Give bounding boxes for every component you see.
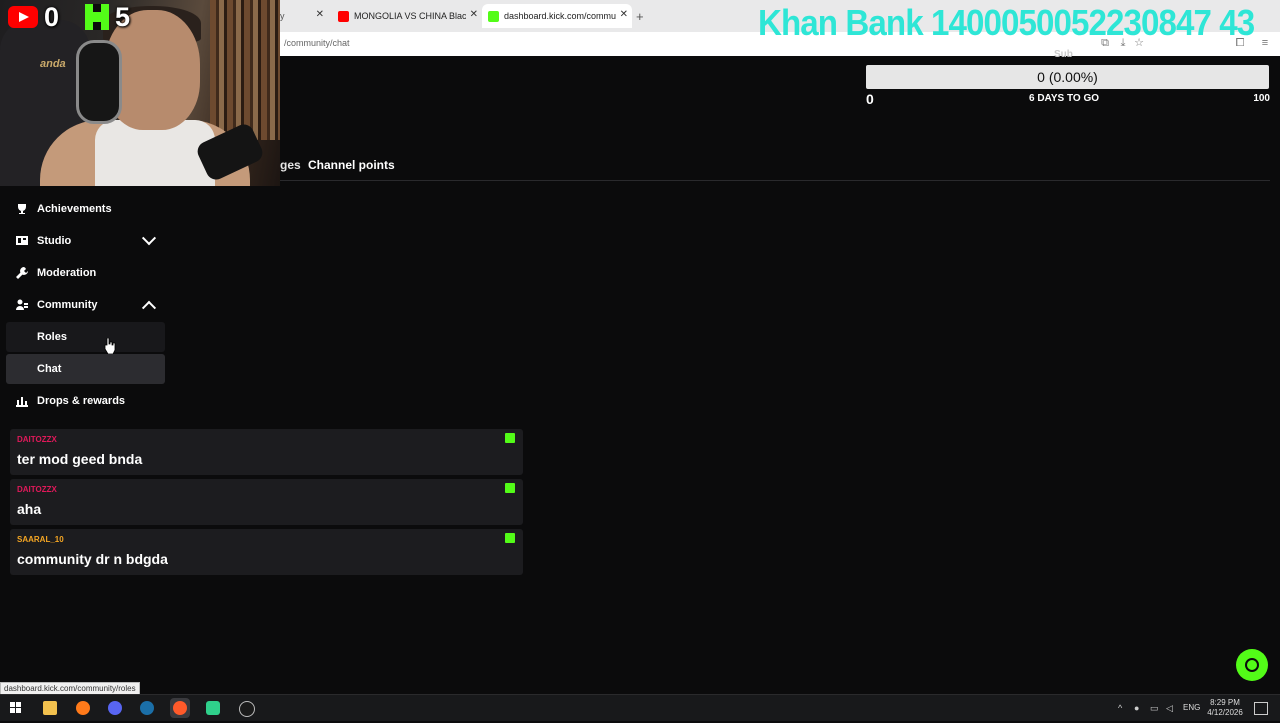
sidebar-item-label: Achievements — [37, 203, 112, 215]
new-tab-button[interactable]: + — [636, 4, 650, 28]
clock-time[interactable]: 8:29 PM — [1198, 698, 1252, 707]
chat-text: ter mod geed bnda — [17, 451, 143, 467]
sidebar-item-drops-rewards[interactable]: Drops & rewards — [6, 386, 166, 416]
firefox-icon[interactable] — [73, 698, 93, 718]
microphone-icon[interactable]: ● — [1134, 703, 1144, 713]
youtube-logo-icon — [8, 6, 38, 28]
goal-max: 100 — [1253, 93, 1270, 104]
windows-start-icon[interactable] — [6, 698, 26, 718]
chat-message: DAITOZZX ter mod geed bnda — [10, 429, 523, 475]
trophy-icon — [16, 203, 28, 215]
close-tab-icon[interactable]: ✕ — [316, 9, 324, 20]
kick-logo-icon — [85, 4, 110, 30]
sidebar-item-label: Community — [37, 299, 98, 311]
youtube-viewer-count: 0 — [44, 1, 60, 32]
sidebar-item-label: Studio — [37, 235, 72, 247]
close-tab-icon[interactable]: ✕ — [470, 9, 478, 20]
rewards-icon — [16, 395, 28, 407]
viewer-count-overlay: 0 5 — [8, 2, 130, 32]
sidebar-item-achievements[interactable]: Achievements — [6, 194, 166, 224]
sidebar-item-label: Moderation — [37, 267, 97, 279]
menu-icon[interactable]: ≡ — [1258, 36, 1272, 50]
sidebar-item-moderation[interactable]: Moderation — [6, 258, 166, 288]
chevron-up-icon[interactable] — [141, 300, 157, 315]
chat-username: DAITOZZX — [17, 485, 57, 494]
address-url: /community/chat — [284, 38, 350, 48]
steam-icon[interactable] — [137, 698, 157, 718]
sidebar-item-community[interactable]: Community — [6, 290, 166, 320]
studio-icon — [16, 235, 28, 247]
bookshelf — [210, 0, 280, 140]
chat-text: community dr n bdgda — [17, 551, 168, 567]
tab-channel-points[interactable]: Channel points — [308, 158, 395, 172]
network-icon[interactable]: ▭ — [1150, 703, 1160, 713]
browser-tab-active[interactable]: dashboard.kick.com/communit ✕ — [482, 4, 632, 28]
volume-icon[interactable]: ◁ — [1166, 703, 1176, 713]
sidebar-subitem-chat[interactable]: Chat — [6, 354, 165, 384]
discord-icon[interactable] — [105, 698, 125, 718]
browser-tab-title: dashboard.kick.com/communit — [504, 11, 616, 21]
wrench-icon — [16, 267, 28, 279]
sidebar-item-studio[interactable]: Studio — [6, 226, 166, 256]
goal-progress-text: 0 (0.00%) — [1037, 69, 1098, 85]
sidebar-item-label: Drops & rewards — [37, 395, 126, 407]
kick-badge-icon — [505, 483, 515, 493]
kick-favicon-icon — [488, 10, 499, 22]
goal-progress-bar: 0 (0.00%) — [866, 65, 1269, 89]
kick-badge-icon — [505, 533, 515, 543]
support-button[interactable] — [1236, 649, 1268, 681]
tabs-divider — [280, 180, 1270, 181]
obs-helper-icon[interactable] — [203, 698, 223, 718]
taskbar: ^ ● ▭ ◁ ENG 8:29 PM 4/12/2026 — [0, 694, 1280, 721]
tab-messages[interactable]: ges — [280, 158, 301, 172]
browser-tab[interactable]: MONGOLIA VS CHINA Black co ✕ — [332, 4, 482, 28]
goal-label: Sub — [1054, 49, 1073, 60]
chat-text: aha — [17, 501, 42, 517]
community-icon — [16, 299, 28, 311]
close-tab-icon[interactable]: ✕ — [620, 9, 628, 20]
chevron-down-icon[interactable] — [141, 231, 157, 246]
youtube-favicon-icon — [338, 10, 349, 22]
clock-date[interactable]: 4/12/2026 — [1198, 708, 1252, 717]
tray-expand-icon[interactable]: ^ — [1118, 703, 1128, 713]
donation-banner: Khan Bank 1400050052230847 43 — [758, 2, 1255, 43]
sidebar-item-label: Chat — [37, 363, 62, 375]
firefox-active-icon[interactable] — [170, 698, 190, 718]
chat-username: SAARAL_10 — [17, 535, 64, 544]
goal-min: 0 — [866, 91, 874, 107]
headset — [76, 40, 122, 124]
kick-viewer-count: 5 — [115, 1, 131, 32]
kick-badge-icon — [505, 433, 515, 443]
chat-username: DAITOZZX — [17, 435, 57, 444]
chat-message: DAITOZZX aha — [10, 479, 523, 525]
sidebar-item-label: Roles — [37, 331, 67, 343]
browser-tab-title: MONGOLIA VS CHINA Black co — [354, 11, 466, 21]
file-explorer-icon[interactable] — [40, 698, 60, 718]
headset-icon — [1245, 658, 1259, 672]
chat-message: SAARAL_10 community dr n bdgda — [10, 529, 523, 575]
notifications-icon[interactable] — [1254, 702, 1268, 715]
obs-icon[interactable] — [236, 698, 256, 718]
sidebar-subitem-roles[interactable]: Roles — [6, 322, 165, 352]
browser-tab-title: y — [280, 11, 285, 21]
browser-tab[interactable]: y ✕ — [280, 4, 328, 28]
goal-days-remaining: 6 DAYS TO GO — [1028, 93, 1100, 104]
